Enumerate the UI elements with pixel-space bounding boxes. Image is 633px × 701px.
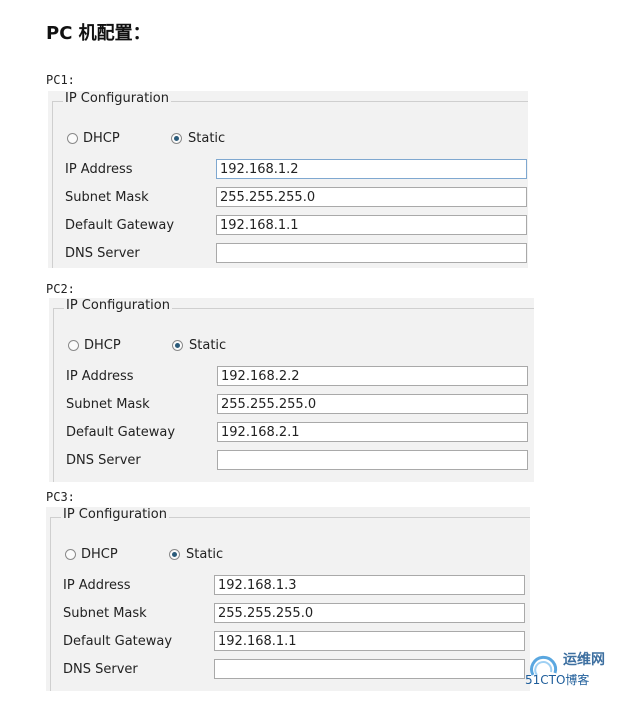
default-gateway-label: Default Gateway — [66, 425, 176, 440]
static-label: Static — [189, 338, 227, 353]
ip-address-label: IP Address — [63, 578, 131, 593]
pc2-label: PC2: — [46, 282, 75, 296]
subnet-mask-input[interactable]: 255.255.255.0 — [216, 187, 527, 207]
static-label: Static — [186, 547, 224, 562]
default-gateway-label: Default Gateway — [65, 218, 175, 233]
subnet-mask-label: Subnet Mask — [65, 190, 149, 205]
dhcp-label: DHCP — [81, 547, 118, 562]
dns-server-label: DNS Server — [66, 453, 141, 468]
subnet-mask-label: Subnet Mask — [63, 606, 147, 621]
pc3-ip-config-panel: IP Configuration DHCP Static IP Address … — [46, 507, 530, 691]
pc2-ip-config-panel: IP Configuration DHCP Static IP Address … — [49, 298, 534, 482]
ip-configuration-group: IP Configuration DHCP Static IP Address … — [50, 507, 530, 691]
watermark-brand-text: 51CTO博客 — [525, 673, 590, 687]
ip-configuration-group: IP Configuration DHCP Static IP Address … — [52, 91, 528, 268]
ip-address-input[interactable]: 192.168.1.3 — [214, 575, 525, 595]
static-label: Static — [188, 131, 226, 146]
dhcp-radio[interactable] — [67, 133, 78, 144]
pc3-label: PC3: — [46, 490, 75, 504]
dns-server-input[interactable] — [214, 659, 525, 679]
dhcp-label: DHCP — [83, 131, 120, 146]
page-title: PC 机配置： — [46, 23, 151, 44]
static-radio[interactable] — [171, 133, 182, 144]
dhcp-label: DHCP — [84, 338, 121, 353]
default-gateway-input[interactable]: 192.168.1.1 — [216, 215, 527, 235]
ip-address-label: IP Address — [66, 369, 134, 384]
static-radio[interactable] — [169, 549, 180, 560]
dhcp-radio[interactable] — [65, 549, 76, 560]
dns-server-label: DNS Server — [65, 246, 140, 261]
default-gateway-input[interactable]: 192.168.2.1 — [217, 422, 528, 442]
default-gateway-input[interactable]: 192.168.1.1 — [214, 631, 525, 651]
dhcp-radio[interactable] — [68, 340, 79, 351]
ip-configuration-legend: IP Configuration — [63, 91, 171, 106]
ip-configuration-group: IP Configuration DHCP Static IP Address … — [53, 298, 534, 482]
pc1-ip-config-panel: IP Configuration DHCP Static IP Address … — [48, 91, 528, 268]
dns-server-input[interactable] — [217, 450, 528, 470]
subnet-mask-input[interactable]: 255.255.255.0 — [214, 603, 525, 623]
static-radio[interactable] — [172, 340, 183, 351]
dns-server-label: DNS Server — [63, 662, 138, 677]
ip-address-input[interactable]: 192.168.2.2 — [217, 366, 528, 386]
dns-server-input[interactable] — [216, 243, 527, 263]
pc1-label: PC1: — [46, 73, 75, 87]
subnet-mask-label: Subnet Mask — [66, 397, 150, 412]
default-gateway-label: Default Gateway — [63, 634, 173, 649]
ip-configuration-legend: IP Configuration — [61, 507, 169, 522]
ip-address-input[interactable]: 192.168.1.2 — [216, 159, 527, 179]
ip-configuration-legend: IP Configuration — [64, 298, 172, 313]
subnet-mask-input[interactable]: 255.255.255.0 — [217, 394, 528, 414]
watermark: 运维网 51CTO博客 — [525, 647, 625, 693]
watermark-site-text: 运维网 — [563, 652, 605, 668]
ip-address-label: IP Address — [65, 162, 133, 177]
